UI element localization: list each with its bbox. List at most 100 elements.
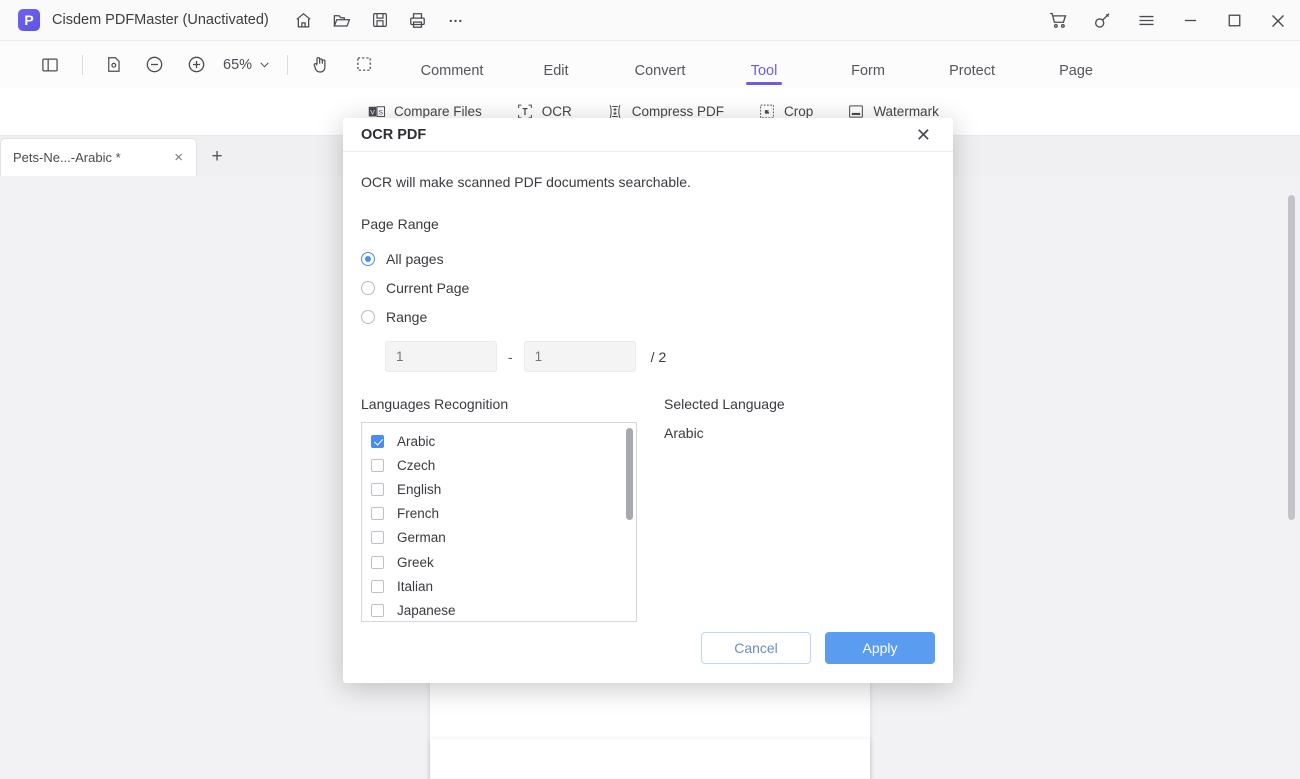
dialog-header: OCR PDF ✕ (343, 118, 953, 153)
tab-protect-label: Protect (949, 62, 995, 79)
list-item[interactable]: Italian (362, 574, 636, 598)
radio-range[interactable]: Range (361, 302, 935, 331)
close-icon[interactable]: ✕ (912, 122, 935, 148)
page-range-label: Page Range (361, 216, 439, 233)
hand-tool-icon[interactable] (298, 41, 342, 88)
document-tab[interactable]: Pets-Ne...-Arabic * × (0, 138, 197, 176)
zoom-in-icon[interactable] (175, 41, 217, 88)
home-icon[interactable] (285, 3, 323, 37)
ribbon-watermark-label: Watermark (873, 104, 939, 119)
toolbar-divider (82, 54, 83, 75)
print-icon[interactable] (399, 3, 437, 37)
title-bar: P Cisdem PDFMaster (Unactivated) (0, 0, 1300, 41)
dialog-title: OCR PDF (361, 126, 427, 143)
zoom-out-icon[interactable] (133, 41, 175, 88)
page-settings-icon[interactable] (93, 41, 133, 88)
page-title: Cisdem PDFMaster (Unactivated) (52, 12, 269, 28)
languages-list[interactable]: Arabic Czech English French German Greek… (361, 422, 637, 623)
list-item-label: Czech (397, 457, 436, 473)
dialog-body: OCR will make scanned PDF documents sear… (343, 152, 953, 623)
pdf-page-2 (430, 739, 870, 779)
checkbox-italian[interactable] (371, 579, 384, 593)
radio-all-pages-indicator[interactable] (361, 251, 375, 266)
selected-language-value: Arabic (664, 425, 704, 442)
list-item[interactable]: Japanese (362, 598, 636, 621)
minimize-icon[interactable] (1168, 0, 1212, 41)
application-window: P Cisdem PDFMaster (Unactivated) 65% Com… (0, 0, 1300, 779)
list-item[interactable]: Arabic (362, 429, 636, 453)
app-logo: P (18, 9, 40, 31)
range-from-input[interactable] (385, 341, 497, 373)
chevron-down-icon (258, 58, 271, 71)
select-area-icon[interactable] (342, 41, 386, 88)
total-pages-label: / 2 (650, 348, 667, 365)
ribbon-ocr-label: OCR (541, 104, 572, 119)
checkbox-english[interactable] (371, 483, 384, 497)
tab-convert[interactable]: Convert (608, 45, 712, 85)
maximize-icon[interactable] (1212, 0, 1256, 41)
checkbox-arabic[interactable] (371, 434, 384, 448)
menu-icon[interactable] (1124, 0, 1168, 41)
sidebar-toggle-icon[interactable] (28, 41, 72, 88)
checkbox-japanese[interactable] (371, 604, 384, 618)
languages-scrollbar[interactable] (626, 428, 633, 521)
list-item[interactable]: English (362, 478, 636, 502)
radio-range-label: Range (386, 308, 428, 325)
list-item-label: Japanese (397, 603, 456, 619)
new-tab-button[interactable]: + (197, 138, 237, 176)
tab-page[interactable]: Page (1024, 45, 1128, 85)
checkbox-czech[interactable] (371, 458, 384, 472)
cart-icon[interactable] (1036, 0, 1080, 41)
tab-protect[interactable]: Protect (920, 45, 1024, 85)
document-tab-label: Pets-Ne...-Arabic * (13, 150, 121, 165)
key-icon[interactable] (1080, 0, 1124, 41)
checkbox-french[interactable] (371, 507, 384, 521)
ribbon-compress-pdf-label: Compress PDF (631, 104, 725, 119)
zoom-level-value: 65% (223, 56, 253, 73)
list-item[interactable]: Greek (362, 550, 636, 574)
zoom-level-dropdown[interactable]: 65% (217, 41, 277, 88)
tab-comment[interactable]: Comment (400, 45, 504, 85)
list-item-label: German (397, 530, 446, 546)
vertical-scrollbar[interactable] (1288, 195, 1295, 520)
list-item[interactable]: Czech (362, 453, 636, 477)
tab-form-label: Form (851, 62, 885, 79)
radio-range-indicator[interactable] (361, 309, 375, 324)
range-separator: - (508, 348, 513, 365)
list-item-label: English (397, 482, 442, 498)
tab-convert-label: Convert (634, 62, 686, 79)
list-item-label: French (397, 506, 440, 522)
ribbon-crop-label: Crop (784, 104, 814, 119)
tab-tool-label: Tool (750, 62, 778, 79)
cancel-button[interactable]: Cancel (701, 631, 811, 664)
dialog-description: OCR will make scanned PDF documents sear… (361, 174, 691, 191)
radio-current-page-indicator[interactable] (361, 280, 375, 295)
checkbox-greek[interactable] (371, 555, 384, 569)
radio-current-page[interactable]: Current Page (361, 273, 935, 302)
radio-all-pages[interactable]: All pages (361, 244, 935, 273)
radio-all-pages-label: All pages (386, 250, 444, 267)
list-item[interactable]: French (362, 502, 636, 526)
selected-language-label: Selected Language (664, 396, 785, 413)
apply-button[interactable]: Apply (825, 631, 935, 664)
dialog-footer: Cancel Apply (343, 622, 953, 683)
tab-tool[interactable]: Tool (712, 45, 816, 85)
range-to-input[interactable] (523, 341, 636, 373)
ribbon-compare-files-label: Compare Files (394, 104, 482, 119)
list-item[interactable]: German (362, 526, 636, 550)
radio-current-page-label: Current Page (386, 279, 470, 296)
save-icon[interactable] (361, 3, 399, 37)
open-folder-icon[interactable] (323, 3, 361, 37)
toolbar-divider-2 (287, 54, 289, 75)
more-icon[interactable] (437, 3, 475, 37)
page-range-inputs: - / 2 (385, 341, 935, 373)
close-icon[interactable]: × (171, 149, 186, 166)
list-item-label: Italian (397, 578, 434, 594)
list-item-label: Greek (397, 554, 434, 570)
tab-form[interactable]: Form (816, 45, 920, 85)
tab-edit[interactable]: Edit (504, 45, 608, 85)
close-icon[interactable] (1256, 0, 1300, 41)
svg-text:S: S (378, 109, 383, 116)
checkbox-german[interactable] (371, 531, 384, 545)
ribbon-tab-bar: Comment Edit Convert Tool Form Protect P… (400, 45, 1128, 85)
